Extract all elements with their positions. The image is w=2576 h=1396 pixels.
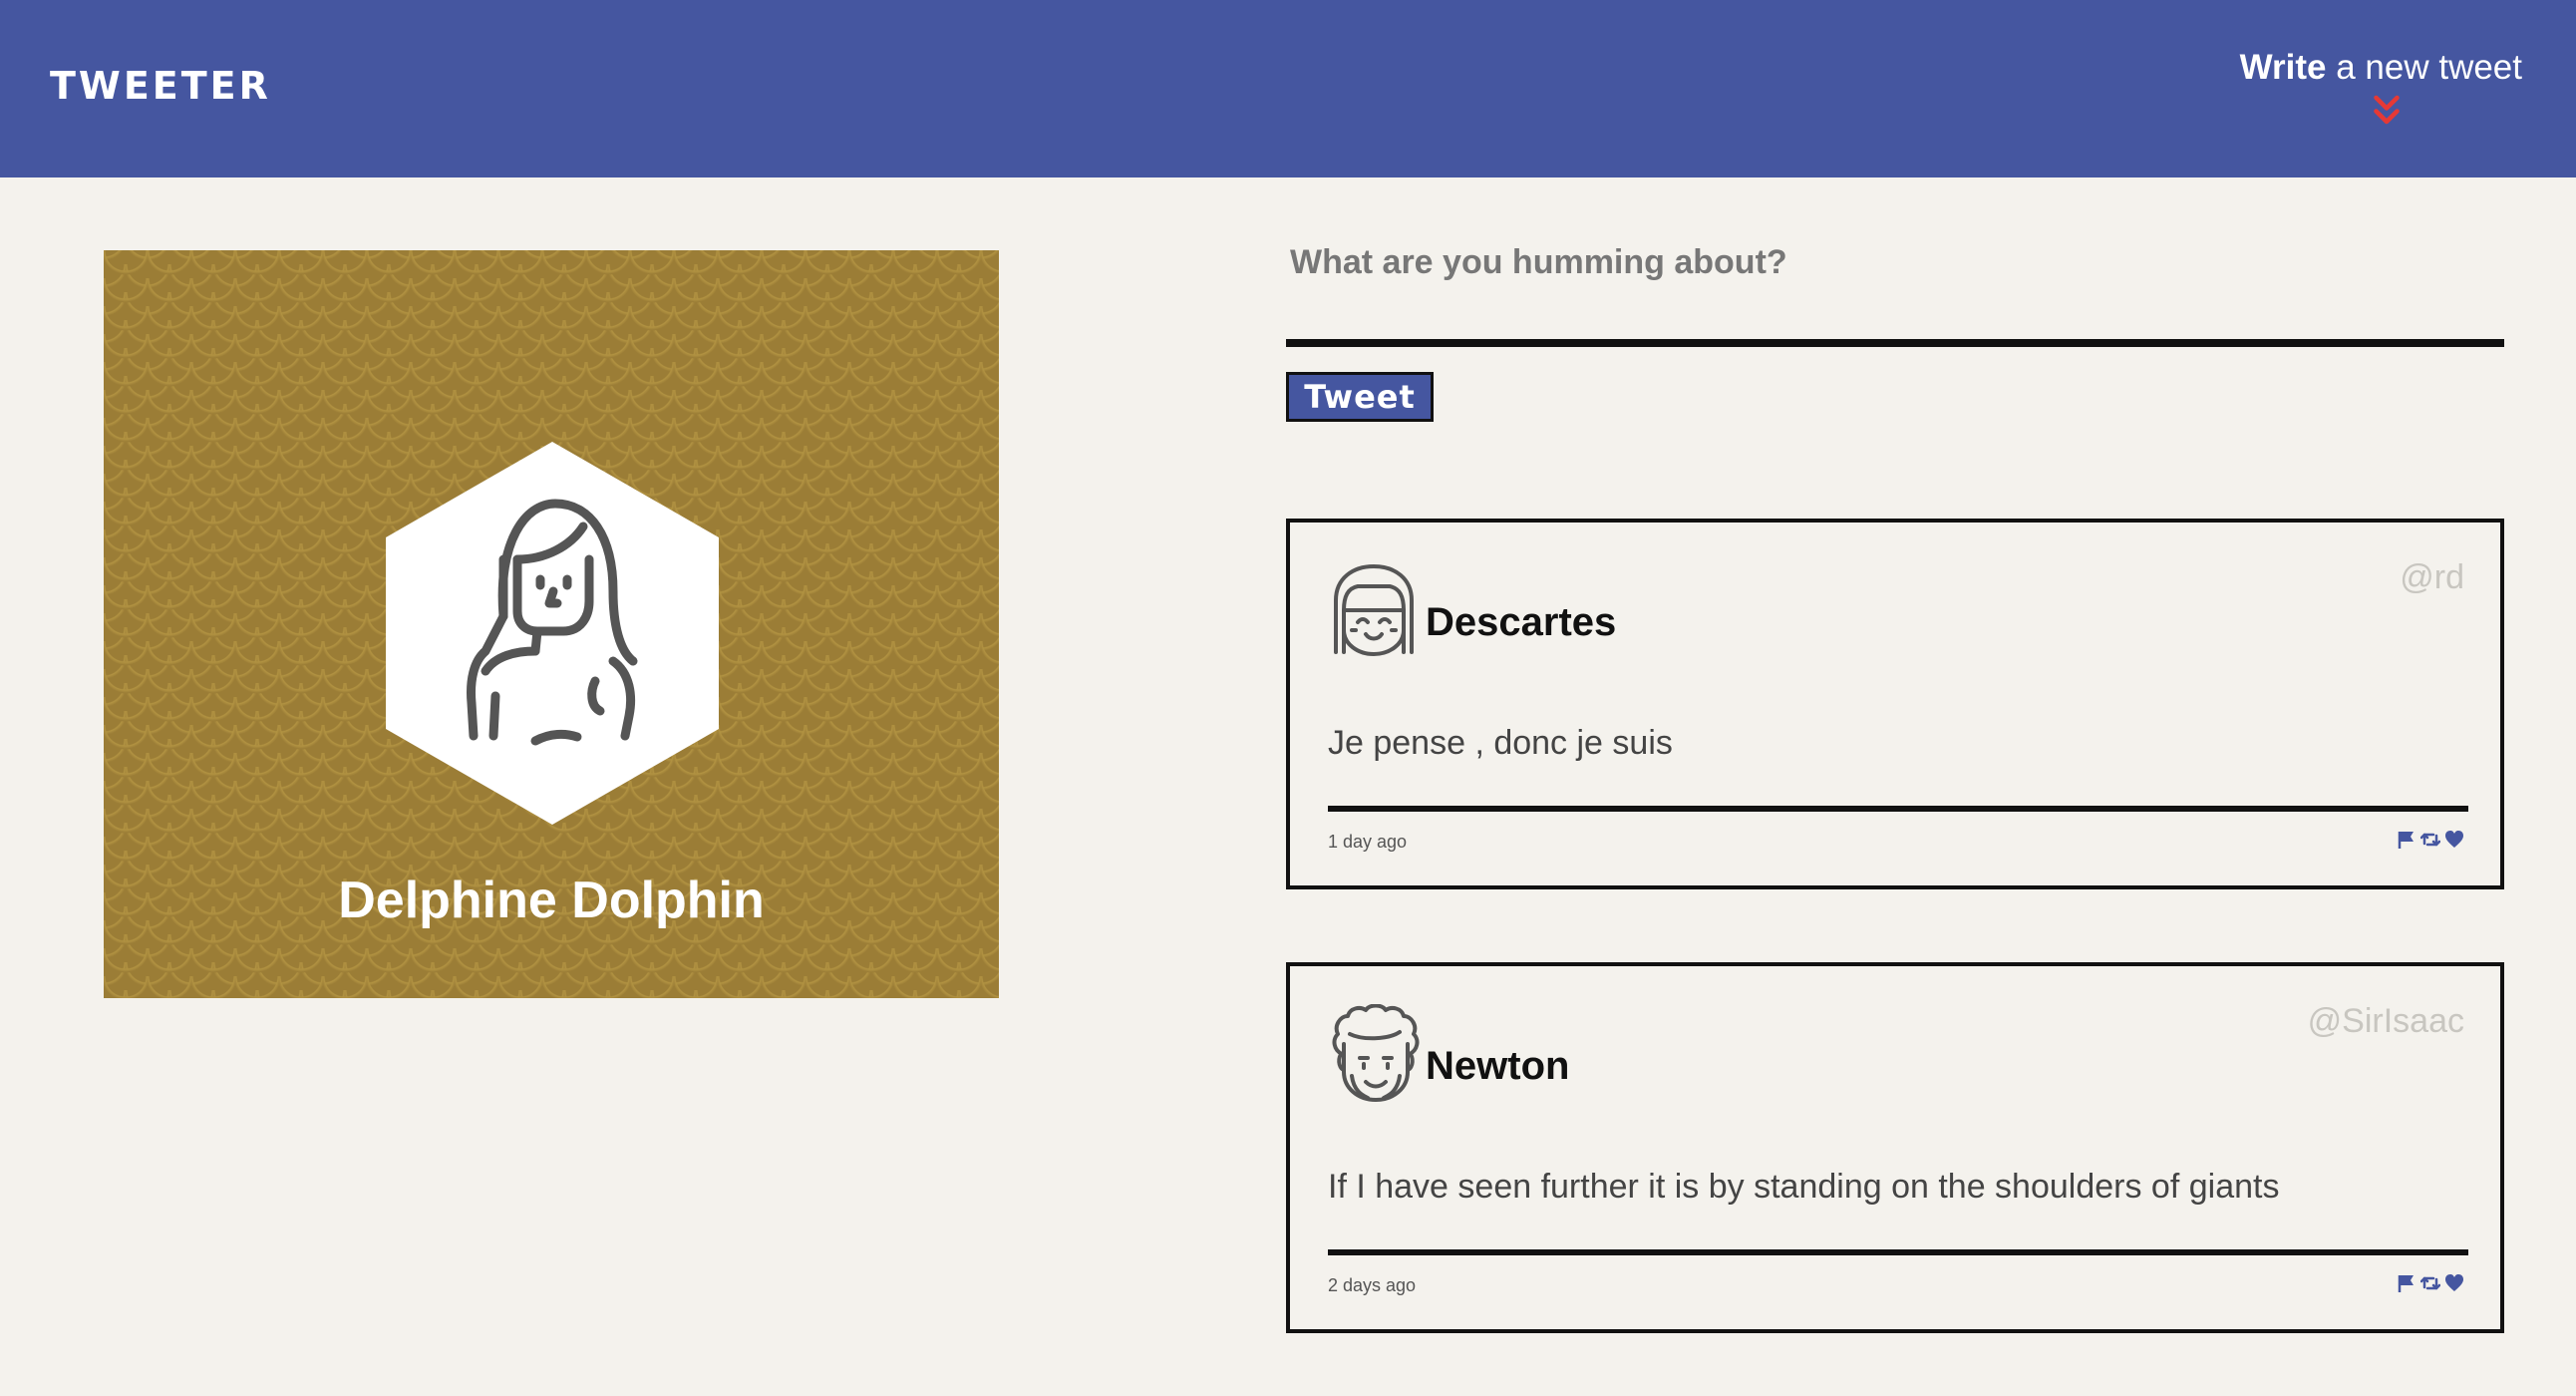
heart-icon[interactable]	[2444, 830, 2464, 850]
tweet-card: Descartes @rd Je pense , donc je suis 1 …	[1286, 519, 2504, 889]
tweet-avatar	[1328, 560, 1420, 660]
retweet-icon[interactable]	[2420, 830, 2440, 850]
tweet-timestamp: 2 days ago	[1328, 1275, 1417, 1295]
tweet-card: Newton @SirIsaac If I have seen further …	[1286, 962, 2504, 1333]
write-new-tweet-toggle[interactable]: Write a new tweet	[2193, 46, 2522, 136]
flag-icon[interactable]	[2397, 830, 2416, 850]
tweet-handle: @rd	[2400, 558, 2464, 596]
girl-bangs-avatar-icon	[1334, 564, 1414, 656]
tweet-input[interactable]	[1286, 235, 2504, 347]
tweet-avatar	[1328, 1004, 1420, 1104]
profile-name: Delphine Dolphin	[338, 872, 765, 929]
double-chevron-down-icon[interactable]	[2369, 92, 2405, 128]
tweet-divider	[1328, 806, 2468, 812]
tweet-text: If I have seen further it is by standing…	[1328, 1168, 2280, 1206]
tweet-text: Je pense , donc je suis	[1328, 724, 1673, 762]
tweet-timestamp: 1 day ago	[1328, 832, 1408, 852]
retweet-icon[interactable]	[2420, 1273, 2440, 1293]
woman-avatar-icon	[386, 442, 719, 825]
tweet-composer: Tweet	[1286, 235, 2504, 422]
profile-avatar	[386, 442, 719, 825]
tweet-actions	[2397, 828, 2464, 852]
tweet-actions	[2397, 1271, 2464, 1295]
write-new-tweet-label: Write a new tweet	[2193, 46, 2522, 90]
curly-hair-avatar-icon	[1332, 1004, 1420, 1102]
top-nav: Tweeter Write a new tweet	[0, 0, 2576, 177]
profile-card: Delphine Dolphin	[104, 250, 999, 998]
brand-logo[interactable]: Tweeter	[50, 64, 271, 108]
tweet-author: Newton	[1426, 1044, 1570, 1088]
tweet-divider	[1328, 1249, 2468, 1255]
write-new-tweet-label-rest: a new tweet	[2326, 48, 2522, 87]
tweet-button[interactable]: Tweet	[1286, 372, 1434, 422]
flag-icon[interactable]	[2397, 1273, 2416, 1293]
write-new-tweet-label-strong: Write	[2239, 48, 2327, 87]
heart-icon[interactable]	[2444, 1273, 2464, 1293]
tweet-handle: @SirIsaac	[2307, 1002, 2464, 1040]
tweet-author: Descartes	[1426, 600, 1617, 644]
